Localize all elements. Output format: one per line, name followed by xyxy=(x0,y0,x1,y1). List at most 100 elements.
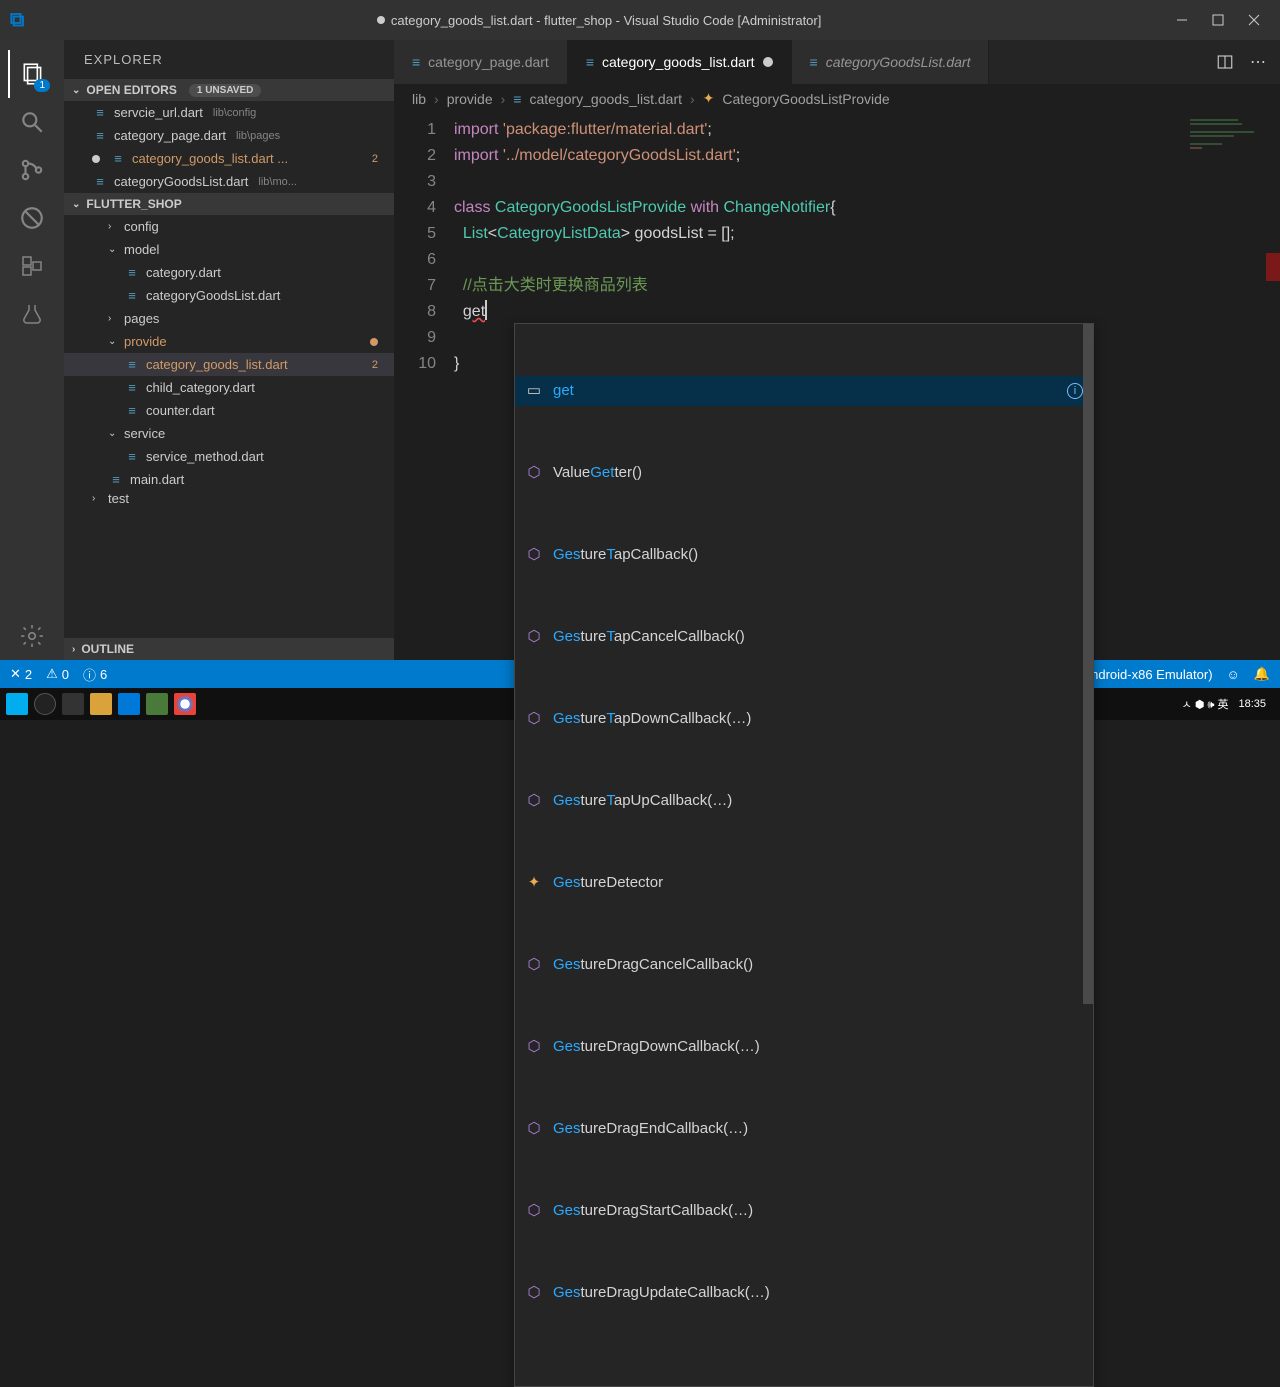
cortana-icon[interactable] xyxy=(34,693,56,715)
vscode-taskbar-icon[interactable] xyxy=(118,693,140,715)
chevron-down-icon: ⌄ xyxy=(72,199,80,210)
suggest-item[interactable]: ⬡GestureTapDownCallback(…) xyxy=(515,704,1093,734)
suggest-item[interactable]: ⬡ValueGetter() xyxy=(515,458,1093,488)
suggest-item[interactable]: ⬡GestureDragEndCallback(…) xyxy=(515,1114,1093,1144)
bell-icon[interactable]: 🔔 xyxy=(1254,666,1270,682)
taskview-icon[interactable] xyxy=(62,693,84,715)
file-tree: ›config ⌄model ≡category.dart ≡categoryG… xyxy=(64,215,394,638)
file-icon: ≡ xyxy=(586,54,594,70)
search-activity-icon[interactable] xyxy=(8,98,56,146)
project-header[interactable]: ⌄ FLUTTER_SHOP xyxy=(64,193,394,215)
minimize-button[interactable] xyxy=(1174,12,1190,28)
chevron-right-icon: › xyxy=(72,644,75,655)
debug-activity-icon[interactable] xyxy=(8,194,56,242)
feedback-icon[interactable]: ☺ xyxy=(1227,667,1240,682)
explorer-taskbar-icon[interactable] xyxy=(90,693,112,715)
snippet-icon: ✦ xyxy=(525,870,543,896)
file-item[interactable]: ≡main.dart xyxy=(64,468,394,491)
system-tray[interactable]: ㅅ ⬢ 🕪 英 xyxy=(1182,696,1229,712)
keyword-icon: ▭ xyxy=(525,378,543,404)
open-editor-item[interactable]: ≡ servcie_url.dart lib\config xyxy=(64,101,394,124)
line-gutter: 12345678910 xyxy=(394,113,454,660)
file-icon: ≡ xyxy=(124,288,140,303)
clock[interactable]: 18:35 xyxy=(1238,698,1266,710)
chrome-taskbar-icon[interactable] xyxy=(174,693,196,715)
start-button[interactable] xyxy=(6,693,28,715)
open-editor-item[interactable]: ≡ category_goods_list.dart ... 2 xyxy=(64,147,394,170)
method-icon: ⬡ xyxy=(525,1116,543,1142)
maximize-button[interactable] xyxy=(1210,12,1226,28)
editor-tab[interactable]: ≡category_page.dart xyxy=(394,40,568,84)
breadcrumbs[interactable]: lib› provide› ≡ category_goods_list.dart… xyxy=(394,84,1280,113)
explorer-activity-icon[interactable]: 1 xyxy=(8,50,56,98)
suggest-scrollbar[interactable] xyxy=(1083,324,1093,1004)
extensions-activity-icon[interactable] xyxy=(8,242,56,290)
suggest-item[interactable]: ⬡GestureTapUpCallback(…) xyxy=(515,786,1093,816)
editor-tab[interactable]: ≡category_goods_list.dart xyxy=(568,40,792,84)
folder-item[interactable]: ›pages xyxy=(64,307,394,330)
suggest-item[interactable]: ⬡GestureTapCancelCallback() xyxy=(515,622,1093,652)
suggest-item[interactable]: ⬡GestureDragStartCallback(…) xyxy=(515,1196,1093,1226)
status-errors[interactable]: ✕ 2 xyxy=(10,666,32,682)
suggest-item[interactable]: ▭ get i xyxy=(515,376,1093,406)
suggest-item[interactable]: ⬡GestureDragCancelCallback() xyxy=(515,950,1093,980)
dirty-dot-icon xyxy=(92,155,100,163)
suggest-item[interactable]: ⬡GestureDragDownCallback(…) xyxy=(515,1032,1093,1062)
file-item[interactable]: ≡category.dart xyxy=(64,261,394,284)
activity-bar: 1 xyxy=(0,40,64,660)
open-editors-header[interactable]: ⌄ OPEN EDITORS 1 UNSAVED xyxy=(64,79,394,101)
method-icon: ⬡ xyxy=(525,788,543,814)
suggest-item[interactable]: ✦GestureDetector xyxy=(515,868,1093,898)
window-title: category_goods_list.dart - flutter_shop … xyxy=(391,13,821,28)
file-icon: ≡ xyxy=(124,403,140,418)
dirty-dot-icon xyxy=(763,57,773,67)
code-editor[interactable]: 12345678910 import 'package:flutter/mate… xyxy=(394,113,1280,660)
app-taskbar-icon[interactable] xyxy=(146,693,168,715)
method-icon: ⬡ xyxy=(525,542,543,568)
file-icon: ≡ xyxy=(124,265,140,280)
scroll-error-marker xyxy=(1266,253,1280,281)
testing-activity-icon[interactable] xyxy=(8,290,56,338)
folder-item[interactable]: ›config xyxy=(64,215,394,238)
file-item[interactable]: ≡category_goods_list.dart2 xyxy=(64,353,394,376)
class-icon: ✦ xyxy=(703,90,715,107)
folder-item[interactable]: ⌄service xyxy=(64,422,394,445)
unsaved-badge: 1 UNSAVED xyxy=(189,84,262,97)
explorer-sidebar: EXPLORER ⌄ OPEN EDITORS 1 UNSAVED ≡ serv… xyxy=(64,40,394,660)
file-icon: ≡ xyxy=(513,91,521,107)
more-actions-icon[interactable]: ⋯ xyxy=(1250,52,1266,72)
file-icon: ≡ xyxy=(412,54,420,70)
file-item[interactable]: ≡categoryGoodsList.dart xyxy=(64,284,394,307)
suggest-widget[interactable]: ▭ get i ⬡ValueGetter() ⬡GestureTapCallba… xyxy=(514,323,1094,1387)
suggest-item[interactable]: ⬡GestureDragUpdateCallback(…) xyxy=(515,1278,1093,1308)
folder-item[interactable]: ⌄provide xyxy=(64,330,394,353)
code-content[interactable]: import 'package:flutter/material.dart';i… xyxy=(454,113,1280,660)
text-cursor xyxy=(485,300,487,320)
file-icon: ≡ xyxy=(92,174,108,189)
file-icon: ≡ xyxy=(124,380,140,395)
folder-item[interactable]: ›test xyxy=(64,491,394,505)
status-warnings[interactable]: ⚠ 0 xyxy=(46,666,69,682)
open-editor-item[interactable]: ≡ categoryGoodsList.dart lib\mo... xyxy=(64,170,394,193)
window-titlebar: ⧉ category_goods_list.dart - flutter_sho… xyxy=(0,0,1280,40)
folder-item[interactable]: ⌄model xyxy=(64,238,394,261)
suggest-item[interactable]: ⬡GestureTapCallback() xyxy=(515,540,1093,570)
open-editor-item[interactable]: ≡ category_page.dart lib\pages xyxy=(64,124,394,147)
editor-tab[interactable]: ≡categoryGoodsList.dart xyxy=(792,40,990,84)
outline-header[interactable]: › OUTLINE xyxy=(64,638,394,660)
method-icon: ⬡ xyxy=(525,1034,543,1060)
minimap[interactable] xyxy=(1180,113,1280,660)
file-item[interactable]: ≡service_method.dart xyxy=(64,445,394,468)
close-button[interactable] xyxy=(1246,12,1262,28)
scm-activity-icon[interactable] xyxy=(8,146,56,194)
file-item[interactable]: ≡counter.dart xyxy=(64,399,394,422)
file-item[interactable]: ≡child_category.dart xyxy=(64,376,394,399)
method-icon: ⬡ xyxy=(525,1280,543,1306)
explorer-badge: 1 xyxy=(34,79,50,92)
editor-tabs: ≡category_page.dart ≡category_goods_list… xyxy=(394,40,1280,84)
method-icon: ⬡ xyxy=(525,624,543,650)
split-editor-icon[interactable] xyxy=(1216,53,1234,71)
info-icon[interactable]: i xyxy=(1067,383,1083,399)
settings-activity-icon[interactable] xyxy=(8,612,56,660)
status-info[interactable]: ⓘ 6 xyxy=(83,665,107,684)
